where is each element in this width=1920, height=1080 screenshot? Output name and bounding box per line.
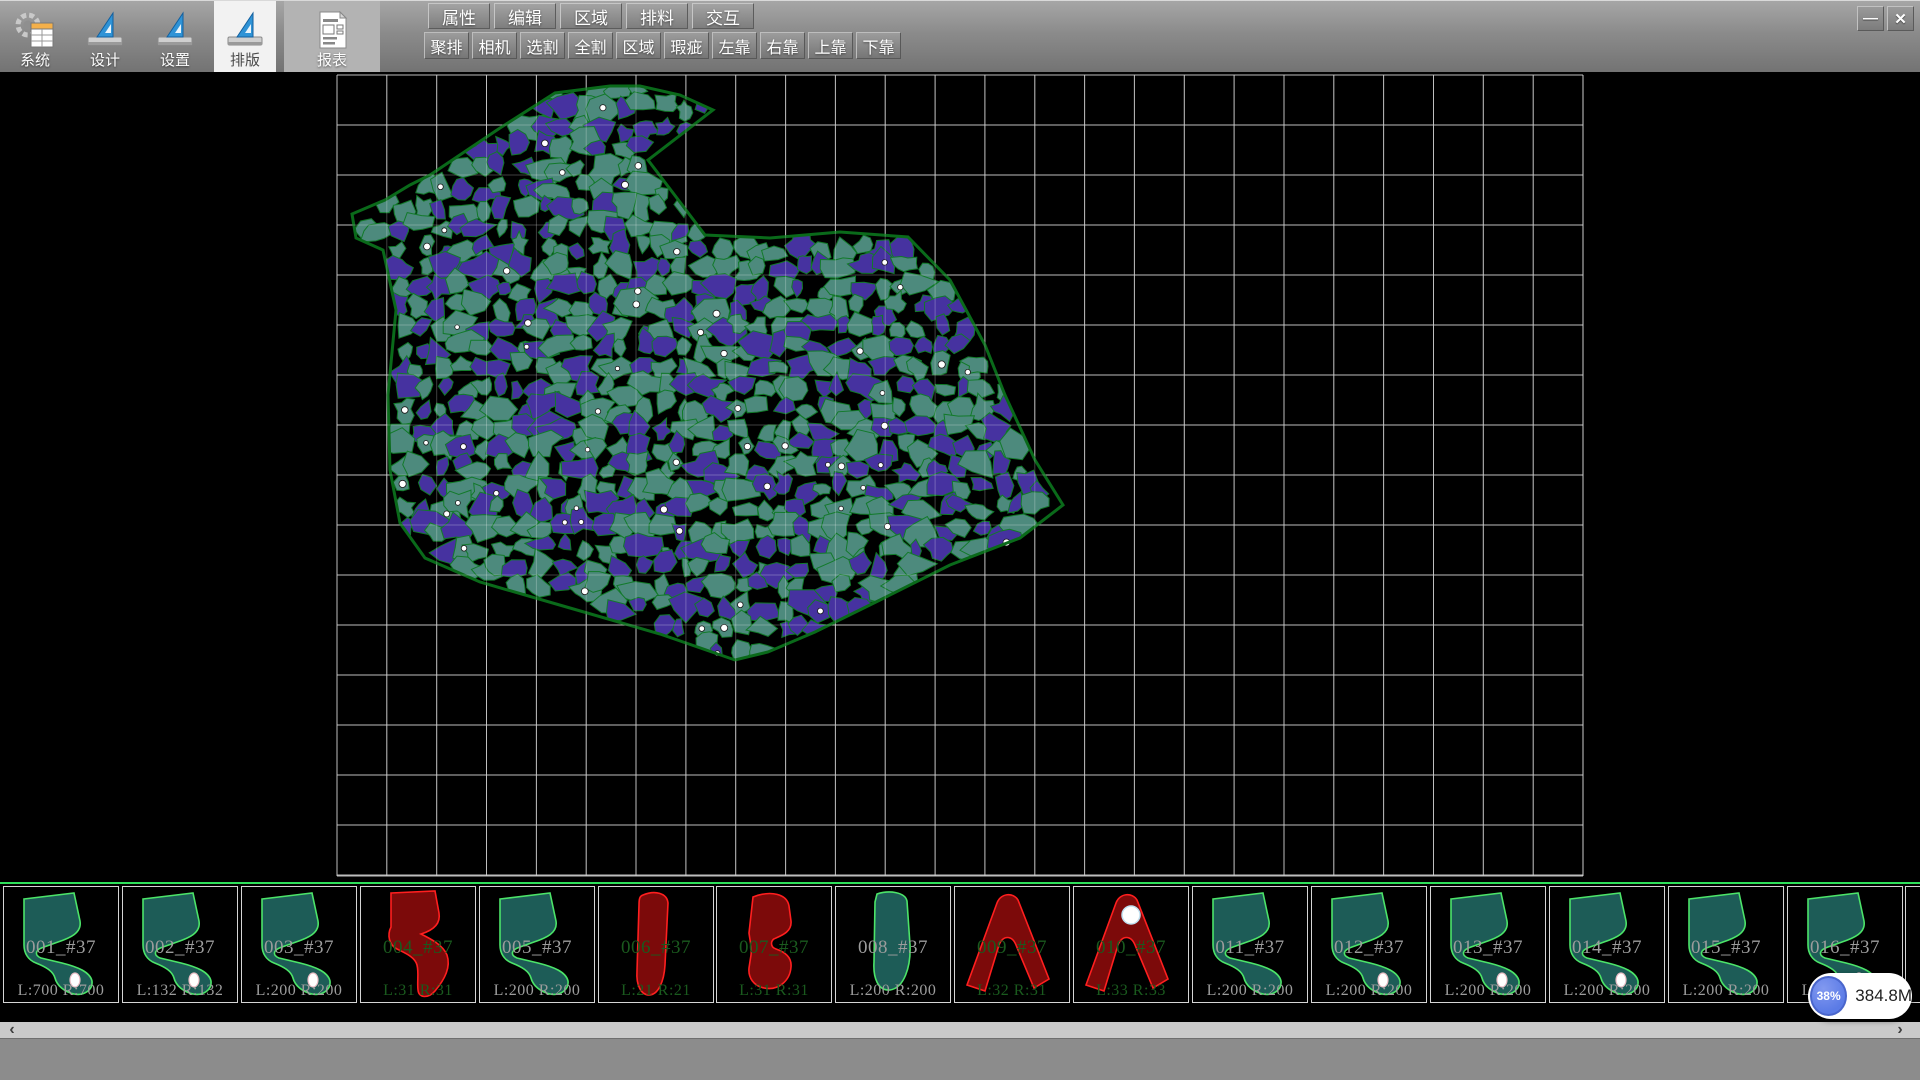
nav-tabs: 系统 设计 设置 排版 报表 [4,1,388,72]
tool-defect[interactable]: 瑕疵 [664,32,709,59]
nav-item-report[interactable]: 报表 [284,1,380,72]
horizontal-scrollbar[interactable]: ‹ › [0,1022,1920,1038]
svg-text:012_#37: 012_#37 [1334,937,1404,958]
nav-item-system[interactable]: 系统 [4,1,66,72]
svg-text:L:200 R:200: L:200 R:200 [1207,982,1294,999]
nav-item-label: 排版 [230,52,260,69]
part-thumbnail[interactable]: 004_#37 L:31 R:31 [360,886,476,1003]
part-thumbnail[interactable]: 007_#37 L:31 R:31 [716,886,832,1003]
svg-text:L:132 R:132: L:132 R:132 [136,982,223,999]
tool-cut-all[interactable]: 全割 [568,32,613,59]
svg-text:008_#37: 008_#37 [858,937,928,958]
scroll-right-arrow-icon[interactable]: › [1890,1022,1910,1038]
part-thumbnail[interactable]: 009_#37 L:32 R:31 [954,886,1070,1003]
svg-text:L:200 R:200: L:200 R:200 [1563,982,1650,999]
svg-text:L:21 R:21: L:21 R:21 [621,982,691,999]
memory-percent: 38% [1817,989,1841,1003]
svg-text:013_#37: 013_#37 [1453,937,1523,958]
part-thumbnail[interactable]: 011_#37 L:200 R:200 [1192,886,1308,1003]
menu-region[interactable]: 区域 [560,3,622,29]
svg-text:001_#37: 001_#37 [26,937,96,958]
svg-text:003_#37: 003_#37 [264,937,334,958]
tool-align-top[interactable]: 上靠 [808,32,853,59]
svg-text:011_#37: 011_#37 [1215,937,1284,958]
svg-text:L:32 R:31: L:32 R:31 [977,982,1047,999]
nav-item-label: 设置 [160,52,190,69]
nesting-icon [223,10,267,52]
menu-bar: 属性编辑区域排料交互 [428,3,754,29]
svg-text:L:700 R:700: L:700 R:700 [18,982,105,999]
tool-region[interactable]: 区域 [616,32,661,59]
parts-strip: 001_#37 L:700 R:700 002_#37 L:132 R:132 003_… [0,884,1920,1022]
svg-text:L:200 R:200: L:200 R:200 [255,982,342,999]
svg-text:L:200 R:200: L:200 R:200 [493,982,580,999]
settings-icon [153,10,197,52]
nav-item-nesting[interactable]: 排版 [214,1,276,72]
svg-text:006_#37: 006_#37 [621,937,691,958]
svg-text:004_#37: 004_#37 [383,937,453,958]
nav-item-label: 报表 [317,52,347,69]
top-toolbar: 系统设计设置排版报表 属性编辑区域排料交互 聚排相机选割全割区域瑕疵左靠右靠上靠… [0,0,1920,72]
menu-edit[interactable]: 编辑 [494,3,556,29]
application-window: 系统设计设置排版报表 属性编辑区域排料交互 聚排相机选割全割区域瑕疵左靠右靠上靠… [0,0,1920,1080]
nav-item-label: 系统 [20,52,50,69]
part-thumbnail[interactable]: 006_#37 L:21 R:21 [598,886,714,1003]
menu-interact[interactable]: 交互 [692,3,754,29]
nesting-layout-svg [0,73,1920,882]
part-thumbnail[interactable]: 005_#37 L:200 R:200 [479,886,595,1003]
svg-text:016_#37: 016_#37 [1810,937,1880,958]
close-button[interactable]: ✕ [1887,6,1914,31]
tool-align-left[interactable]: 左靠 [712,32,757,59]
svg-text:L:200 R:200: L:200 R:200 [1682,982,1769,999]
menu-nesting[interactable]: 排料 [626,3,688,29]
memory-usage-badge: 38% 384.8M [1808,973,1912,1019]
tool-cluster-nest[interactable]: 聚排 [424,32,469,59]
system-icon [13,10,57,52]
design-icon [83,10,127,52]
part-thumbnail[interactable]: 012_#37 L:200 R:200 [1311,886,1427,1003]
nesting-canvas[interactable] [0,73,1920,882]
svg-text:014_#37: 014_#37 [1572,937,1642,958]
svg-text:L:200 R:200: L:200 R:200 [850,982,937,999]
nav-item-label: 设计 [90,52,120,69]
svg-text:L:31 R:31: L:31 R:31 [383,982,453,999]
minimize-button[interactable]: — [1857,6,1884,31]
part-thumbnail[interactable]: 013_#37 L:200 R:200 [1430,886,1546,1003]
part-thumbnail[interactable]: 015_#37 L:200 R:200 [1668,886,1784,1003]
nav-item-settings[interactable]: 设置 [144,1,206,72]
tool-select-cut[interactable]: 选割 [520,32,565,59]
tool-camera[interactable]: 相机 [472,32,517,59]
report-icon [310,10,354,52]
memory-percent-circle: 38% [1810,976,1847,1016]
nav-item-design[interactable]: 设计 [74,1,136,72]
tool-align-right[interactable]: 右靠 [760,32,805,59]
svg-text:015_#37: 015_#37 [1691,937,1761,958]
window-controls: — ✕ [1857,6,1914,31]
svg-text:009_#37: 009_#37 [977,937,1047,958]
scroll-left-arrow-icon[interactable]: ‹ [2,1022,22,1038]
svg-text:010_#37: 010_#37 [1096,937,1166,958]
svg-text:L:31 R:31: L:31 R:31 [739,982,809,999]
part-thumbnail[interactable]: 003_#37 L:200 R:200 [241,886,357,1003]
tool-bar: 聚排相机选割全割区域瑕疵左靠右靠上靠下靠 [424,32,901,59]
svg-text:007_#37: 007_#37 [739,937,809,958]
part-thumbnail[interactable]: 010_#37 L:33 R:33 [1073,886,1189,1003]
part-thumbnail[interactable]: 001_#37 L:700 R:700 [3,886,119,1003]
status-bar [0,1038,1920,1080]
part-thumbnail[interactable]: 002_#37 L:132 R:132 [122,886,238,1003]
svg-text:L:200 R:200: L:200 R:200 [1444,982,1531,999]
svg-text:L:200 R:200: L:200 R:200 [1325,982,1412,999]
svg-text:002_#37: 002_#37 [145,937,215,958]
svg-text:L:33 R:33: L:33 R:33 [1096,982,1166,999]
part-thumbnail[interactable]: 014_#37 L:200 R:200 [1549,886,1665,1003]
menu-properties[interactable]: 属性 [428,3,490,29]
memory-size-label: 384.8M [1855,986,1912,1006]
svg-text:005_#37: 005_#37 [502,937,572,958]
tool-align-bottom[interactable]: 下靠 [856,32,901,59]
part-thumbnail[interactable]: 008_#37 L:200 R:200 [835,886,951,1003]
